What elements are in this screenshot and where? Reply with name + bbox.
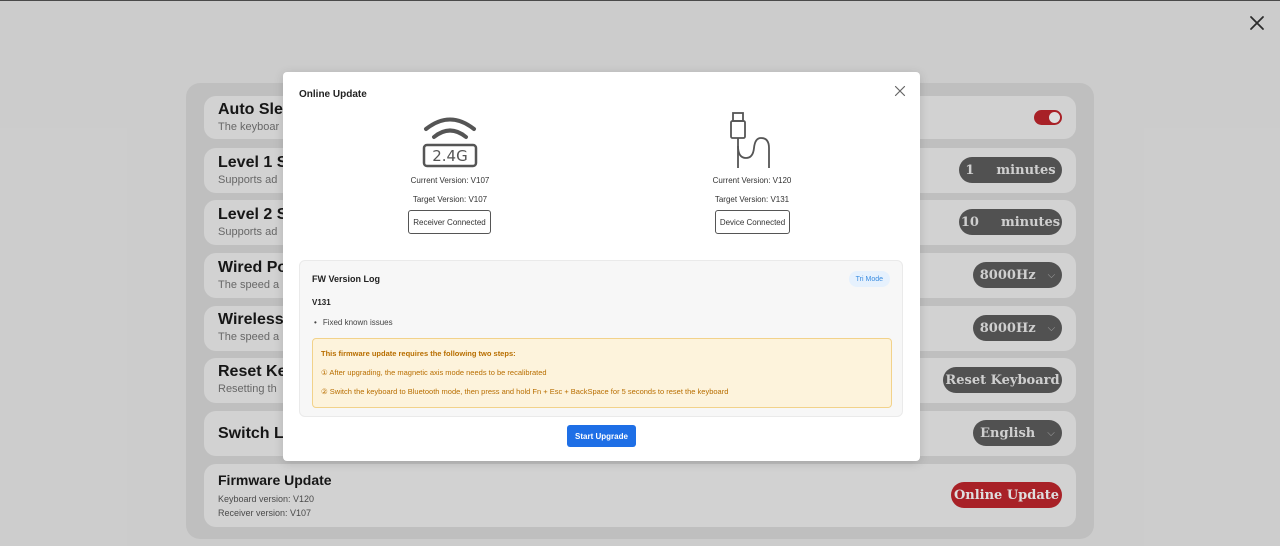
mode-badge: Tri Mode [848,271,890,287]
device-connected-button[interactable]: Device Connected [715,210,790,234]
receiver-connected-button[interactable]: Receiver Connected [408,210,491,234]
close-icon[interactable] [893,84,907,98]
device-current-version: Current Version: V120 [712,176,792,185]
receiver-current-version: Current Version: V107 [410,176,490,185]
usb-cable-icon [730,112,770,168]
receiver-target-version: Target Version: V107 [412,195,488,204]
start-upgrade-button[interactable]: Start Upgrade [567,425,636,447]
warning-step: ① After upgrading, the magnetic axis mod… [321,368,547,377]
dialog-title: Online Update [299,89,367,100]
receiver-icon-label: 2.4G [432,147,468,165]
log-version: V131 [312,298,331,307]
log-item: Fixed known issues [314,318,393,327]
log-title: FW Version Log [312,274,381,284]
version-log-panel: FW Version Log Tri Mode V131 Fixed known… [299,260,903,417]
online-update-dialog: Online Update 2.4G Current Version: V107… [283,72,920,461]
warning-step: ② Switch the keyboard to Bluetooth mode,… [321,387,729,396]
device-target-version: Target Version: V131 [714,195,790,204]
warning-box: This firmware update requires the follow… [312,338,892,408]
warning-title: This firmware update requires the follow… [321,349,516,358]
